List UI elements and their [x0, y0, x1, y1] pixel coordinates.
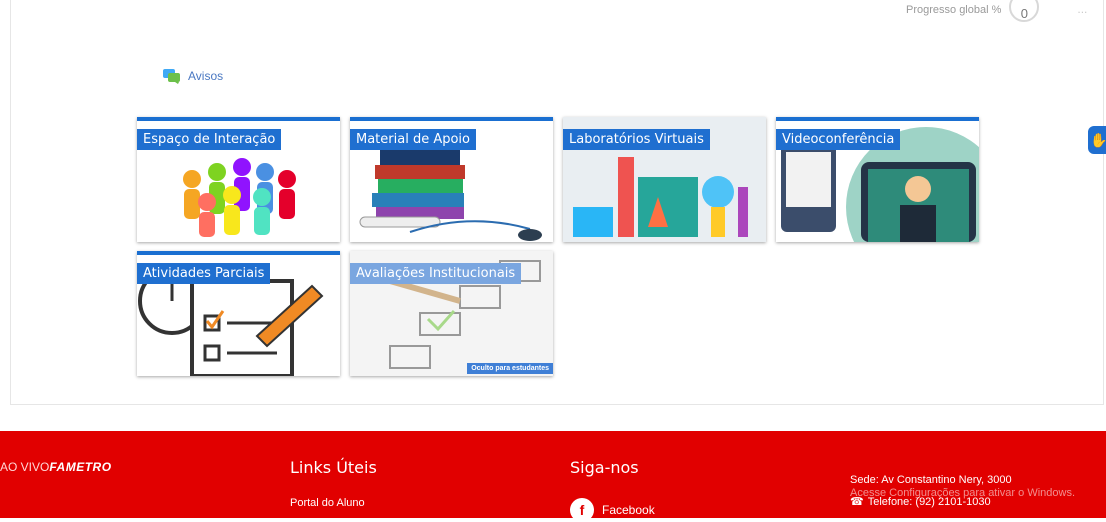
facebook-link[interactable]: f Facebook	[570, 498, 655, 522]
portal-aluno-link[interactable]: Portal do Aluno	[290, 497, 365, 509]
tile-title: Laboratórios Virtuais	[563, 129, 710, 150]
site-footer: AO VIVOFAMETRO Links Úteis Portal do Alu…	[0, 431, 1106, 522]
tile-laboratorios-virtuais[interactable]: Laboratórios Virtuais	[563, 117, 766, 242]
tile-material-apoio[interactable]: Material de Apoio	[350, 117, 553, 242]
accessibility-hand-icon: ✋	[1090, 132, 1106, 148]
tile-title: Videoconferência	[776, 129, 901, 150]
avisos-label: Avisos	[188, 69, 224, 83]
brand-prefix: AO VIVO	[0, 460, 50, 474]
tile-atividades-parciais[interactable]: Atividades Parciais	[137, 251, 340, 376]
tile-title: Atividades Parciais	[137, 263, 271, 284]
footer-brand[interactable]: AO VIVOFAMETRO	[0, 460, 112, 474]
social-title: Siga-nos	[570, 458, 639, 477]
progress-ring: 0	[1009, 0, 1040, 22]
links-title: Links Úteis	[290, 458, 377, 477]
more-dots[interactable]: ...	[1077, 2, 1087, 16]
brand-name: FAMETRO	[49, 460, 112, 474]
phone-text: ☎ Telefone: (92) 2101-1030	[850, 495, 991, 509]
progress-label: Progresso global %	[906, 4, 1002, 16]
tile-avaliacoes-institucionais[interactable]: Avaliações Institucionais Oculto para es…	[350, 251, 553, 376]
hidden-for-students-badge: Oculto para estudantes	[467, 363, 553, 374]
tile-title: Avaliações Institucionais	[350, 263, 522, 284]
tile-title: Material de Apoio	[350, 129, 476, 150]
tile-title: Espaço de Interação	[137, 129, 282, 150]
phone-icon: ☎	[850, 496, 864, 508]
accessibility-button[interactable]: ✋	[1088, 126, 1106, 154]
chat-bubbles-icon	[163, 69, 180, 84]
tile-videoconferencia[interactable]: Videoconferência	[776, 117, 979, 242]
tile-espaco-interacao[interactable]: Espaço de Interação	[137, 117, 340, 242]
phone-label: Telefone: (92) 2101-1030	[867, 495, 991, 508]
facebook-icon: f	[570, 498, 594, 522]
global-progress: Progresso global % 0 ...	[906, 0, 1087, 24]
avisos-link[interactable]: Avisos	[162, 68, 223, 84]
facebook-label: Facebook	[602, 503, 655, 517]
address-text: Sede: Av Constantino Nery, 3000	[850, 474, 1012, 486]
